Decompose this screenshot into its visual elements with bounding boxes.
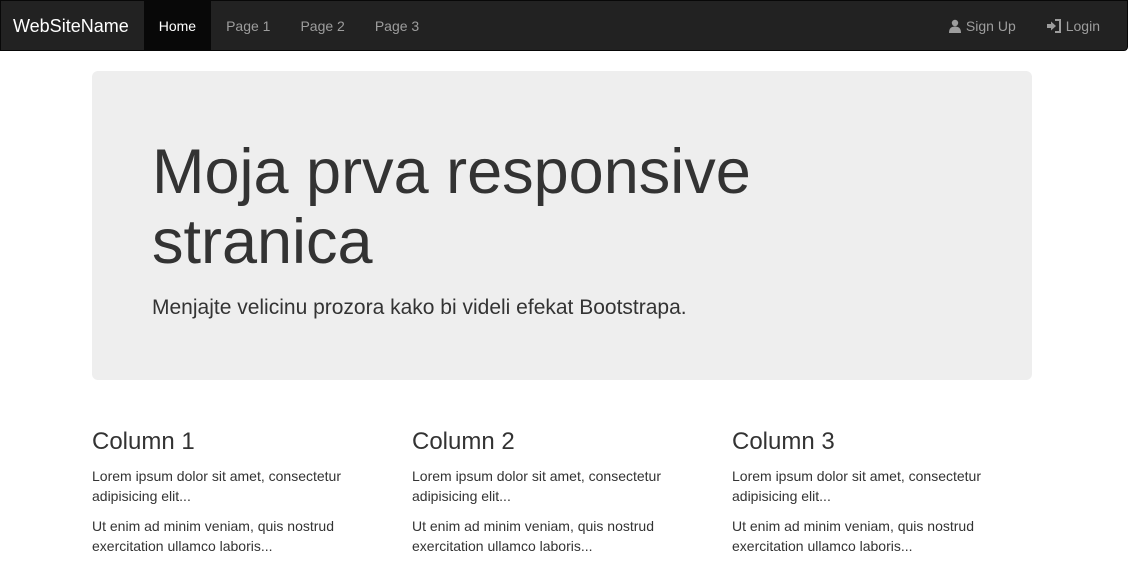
- nav-item-home[interactable]: Home: [143, 1, 212, 51]
- column-text: Ut enim ad minim veniam, quis nostrud ex…: [732, 518, 974, 554]
- column-text: Ut enim ad minim veniam, quis nostrud ex…: [92, 518, 334, 554]
- login-icon: [1046, 19, 1061, 33]
- column-text: Lorem ipsum dolor sit amet, consectetur …: [412, 468, 661, 504]
- nav-item-page-3[interactable]: Page 3: [360, 1, 434, 51]
- login-link[interactable]: Login: [1031, 1, 1115, 51]
- column-text: Lorem ipsum dolor sit amet, consectetur …: [732, 468, 981, 504]
- page-title: Moja prva responsive stranica: [152, 137, 751, 277]
- column-3: Column 3 Lorem ipsum dolor sit amet, con…: [732, 428, 1052, 566]
- nav-item-page-1[interactable]: Page 1: [211, 1, 285, 51]
- user-icon: [948, 19, 961, 33]
- lead-text: Menjajte velicinu prozora kako bi videli…: [152, 296, 687, 319]
- column-title: Column 2: [412, 428, 515, 455]
- jumbotron: Moja prva responsive stranica Menjajte v…: [92, 71, 1032, 380]
- top-navbar: WebSiteName Home Page 1 Page 2 Page 3 Si…: [0, 0, 1128, 51]
- nav-item-page-2[interactable]: Page 2: [285, 1, 359, 51]
- sign-up-link[interactable]: Sign Up: [933, 1, 1031, 51]
- columns-row: Column 1 Lorem ipsum dolor sit amet, con…: [92, 428, 1052, 566]
- column-1: Column 1 Lorem ipsum dolor sit amet, con…: [92, 428, 412, 566]
- nav-menu: Home Page 1 Page 2 Page 3: [143, 1, 434, 51]
- login-label: Login: [1065, 18, 1100, 34]
- column-text: Lorem ipsum dolor sit amet, consectetur …: [92, 468, 341, 504]
- brand-link[interactable]: WebSiteName: [1, 1, 144, 51]
- nav-right-menu: Sign Up Login: [933, 1, 1127, 50]
- column-text: Ut enim ad minim veniam, quis nostrud ex…: [412, 518, 654, 554]
- sign-up-label: Sign Up: [965, 18, 1016, 34]
- column-2: Column 2 Lorem ipsum dolor sit amet, con…: [412, 428, 732, 566]
- column-title: Column 1: [92, 428, 195, 455]
- column-title: Column 3: [732, 428, 835, 455]
